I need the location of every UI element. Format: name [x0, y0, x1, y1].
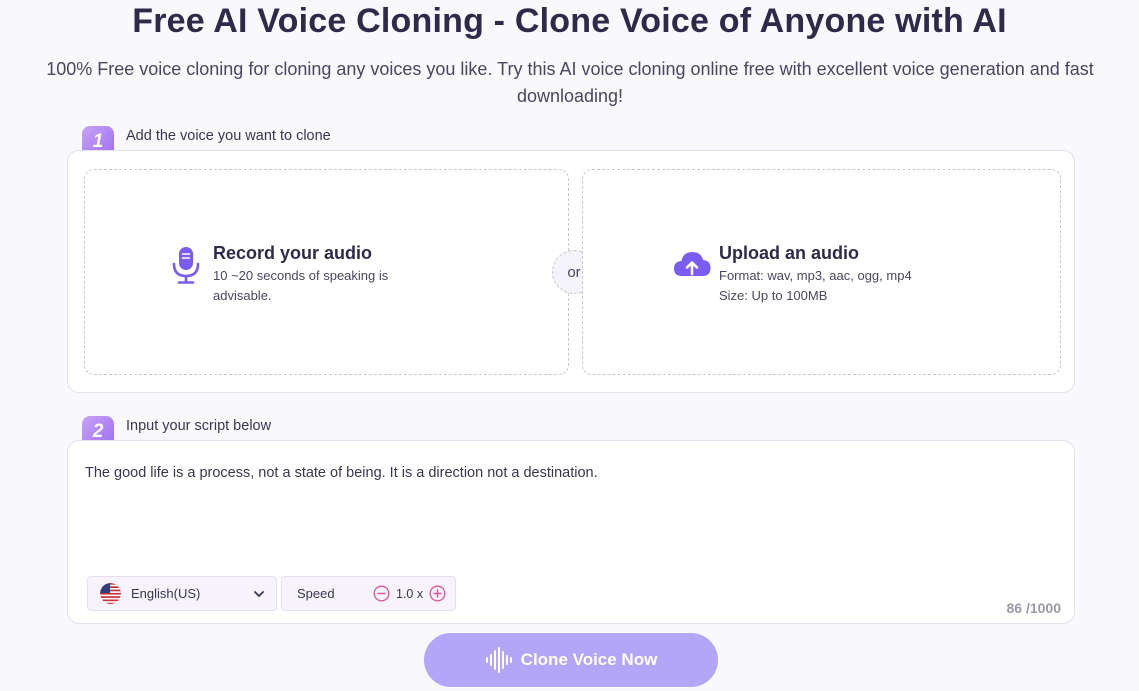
upload-audio-zone[interactable]: Upload an audio Format: wav, mp3, aac, o…: [582, 169, 1061, 375]
microphone-icon: [172, 247, 200, 284]
speed-label: Speed: [297, 586, 335, 601]
speed-control: Speed 1.0 x: [281, 576, 456, 611]
record-audio-description: 10 ~20 seconds of speaking is advisable.: [213, 268, 389, 303]
us-flag-icon: [100, 583, 121, 604]
upload-audio-title: Upload an audio: [719, 243, 860, 263]
record-audio-zone[interactable]: Record your audio 10 ~20 seconds of spea…: [84, 169, 569, 375]
sound-wave-icon: [485, 647, 512, 673]
page-title: Free AI Voice Cloning - Clone Voice of A…: [132, 2, 1007, 40]
script-textarea[interactable]: The good life is a process, not a state …: [85, 463, 1045, 483]
record-audio-text: Record your audio 10 ~20 seconds of spea…: [213, 242, 413, 306]
voice-cloning-page: Free AI Voice Cloning - Clone Voice of A…: [0, 0, 1139, 691]
clone-voice-button[interactable]: Clone Voice Now: [424, 633, 718, 687]
language-value: English(US): [131, 586, 201, 601]
upload-audio-text: Upload an audio Format: wav, mp3, aac, o…: [719, 242, 912, 306]
step-1-label: Add the voice you want to clone: [126, 128, 331, 144]
clone-voice-label: Clone Voice Now: [520, 650, 658, 669]
chevron-down-icon: [254, 590, 264, 597]
character-counter: 86 /1000: [1006, 600, 1062, 616]
upload-audio-size: Size: Up to 100MB: [719, 288, 828, 303]
step-2-label: Input your script below: [126, 418, 272, 434]
record-audio-title: Record your audio: [213, 243, 373, 263]
page-subtitle: 100% Free voice cloning for cloning any …: [46, 59, 1094, 106]
speed-value: 1.0 x: [396, 586, 424, 601]
cloud-upload-icon: [674, 252, 711, 276]
speed-decrease-icon[interactable]: [373, 585, 390, 602]
upload-audio-format: Format: wav, mp3, aac, ogg, mp4: [719, 268, 912, 283]
language-select[interactable]: English(US): [87, 576, 277, 611]
speed-increase-icon[interactable]: [429, 585, 446, 602]
